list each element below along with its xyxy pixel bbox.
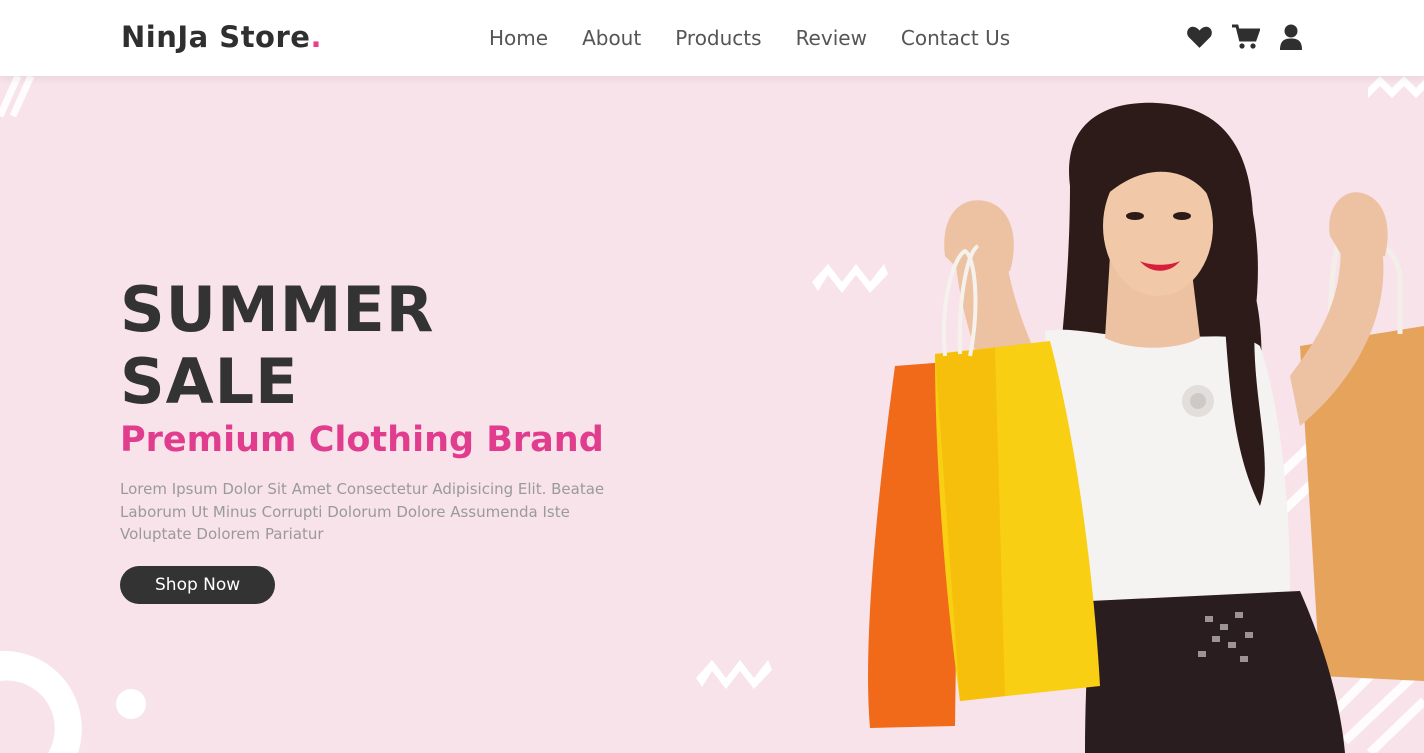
hero-title: SUMMER SALE — [120, 273, 435, 418]
user-icon[interactable] — [1279, 24, 1303, 54]
hero-content: SUMMER SALE Premium Clothing Brand Lorem… — [120, 274, 620, 604]
zigzag-decoration-lower — [696, 660, 772, 689]
small-circle-decoration — [116, 689, 146, 719]
top-right-zigzag-decoration — [1368, 76, 1424, 98]
top-left-stripes-decoration — [0, 76, 35, 118]
nav-home[interactable]: Home — [489, 26, 548, 50]
hero-subtitle: Premium Clothing Brand — [120, 420, 604, 460]
heart-icon[interactable] — [1186, 25, 1213, 53]
header-icons — [1186, 24, 1322, 54]
logo-text: NinJa Store — [121, 20, 311, 54]
main-nav: Home About Products Review Contact Us — [489, 26, 1044, 50]
site-header: NinJa Store. Home About Products Review … — [0, 0, 1424, 76]
woman-holding-shopping-bags — [868, 102, 1424, 753]
ring-decoration — [0, 650, 82, 753]
nav-about[interactable]: About — [582, 26, 641, 50]
logo-dot: . — [310, 20, 322, 54]
hero-section: SUMMER SALE Premium Clothing Brand Lorem… — [0, 76, 1424, 753]
hero-description: Lorem Ipsum Dolor Sit Amet Consectetur A… — [120, 480, 605, 543]
logo[interactable]: NinJa Store. — [121, 20, 322, 54]
cart-icon[interactable] — [1232, 24, 1261, 54]
zigzag-decoration-upper — [812, 264, 888, 293]
shop-now-button[interactable]: Shop Now — [120, 565, 276, 604]
nav-review[interactable]: Review — [796, 26, 867, 50]
nav-contact-us[interactable]: Contact Us — [901, 26, 1010, 50]
nav-products[interactable]: Products — [675, 26, 761, 50]
